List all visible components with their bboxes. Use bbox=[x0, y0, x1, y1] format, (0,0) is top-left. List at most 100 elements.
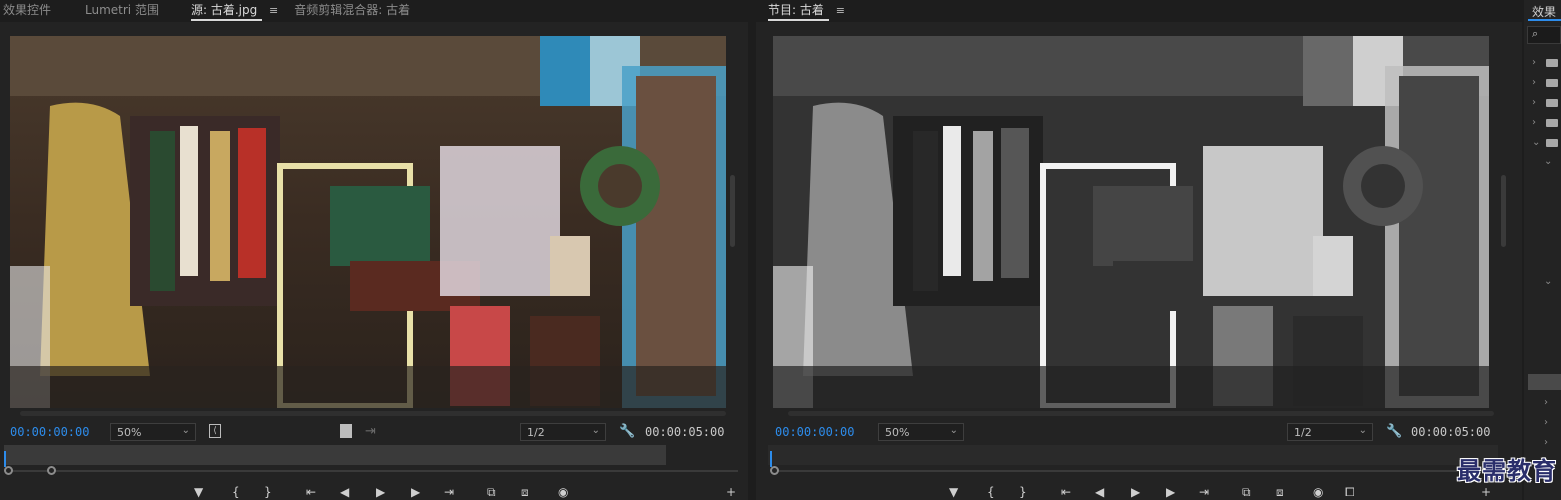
source-time-ruler[interactable] bbox=[4, 445, 666, 465]
collapse-icon[interactable]: ⌄ bbox=[1532, 137, 1540, 148]
step-back-icon[interactable]: ◀ bbox=[1095, 485, 1104, 499]
overwrite-clip-icon[interactable]: ⧈ bbox=[521, 485, 529, 499]
expand-icon[interactable]: › bbox=[1532, 117, 1536, 128]
source-monitor-panel: 效果控件 Lumetri 范围 源: 古着.jpg ≡ 音频剪辑混合器: 古着 bbox=[0, 0, 748, 500]
program-duration-timecode: 00:00:05:00 bbox=[1411, 425, 1491, 439]
go-to-in-icon[interactable]: ⇤ bbox=[1061, 485, 1071, 499]
step-forward-icon[interactable]: ▶ bbox=[1166, 485, 1175, 499]
program-video-frame bbox=[773, 36, 1489, 408]
panel-menu-icon[interactable]: ≡ bbox=[269, 1, 278, 21]
program-image bbox=[773, 36, 1489, 408]
insert-icon[interactable] bbox=[340, 424, 352, 438]
expand-icon[interactable]: › bbox=[1544, 417, 1548, 428]
chevron-down-icon: ⌄ bbox=[949, 425, 958, 436]
tab-effect-controls[interactable]: 效果控件 bbox=[0, 0, 57, 22]
source-zoom-handle-left[interactable] bbox=[4, 466, 13, 475]
effects-panel: 效果 ⌕ › › › › ⌄ ⌄ ⌄ › › › bbox=[1524, 0, 1561, 500]
source-controls: 00:00:00:00 50% ⌄ ⟨ ⇥ 1/2 ⌄ 🔧 00:00:05:0… bbox=[0, 422, 748, 442]
expand-icon[interactable]: › bbox=[1532, 57, 1536, 68]
source-duration-timecode: 00:00:05:00 bbox=[645, 425, 725, 439]
lift-icon[interactable]: ⧉ bbox=[1242, 485, 1251, 499]
program-viewer-scrollbar[interactable] bbox=[1501, 175, 1506, 247]
play-icon[interactable]: ▶ bbox=[1131, 485, 1140, 499]
program-resolution-value: 1/2 bbox=[1294, 426, 1312, 439]
source-current-timecode[interactable]: 00:00:00:00 bbox=[10, 425, 89, 439]
tab-audio-clip-mixer[interactable]: 音频剪辑混合器: 古着 bbox=[288, 0, 416, 22]
folder-icon bbox=[1546, 79, 1558, 87]
program-zoom-select[interactable]: 50% ⌄ bbox=[878, 423, 964, 441]
mark-in-icon[interactable]: { bbox=[232, 485, 240, 499]
source-resolution-select[interactable]: 1/2 ⌄ bbox=[520, 423, 606, 441]
tab-program[interactable]: 节目: 古着 ≡ bbox=[762, 0, 851, 22]
tab-source-label: 源: 古着.jpg bbox=[190, 3, 258, 17]
wrench-icon[interactable]: 🔧 bbox=[1386, 425, 1402, 439]
source-playhead[interactable] bbox=[4, 451, 6, 467]
mark-out-icon[interactable]: } bbox=[1019, 485, 1027, 499]
expand-icon[interactable]: › bbox=[1532, 97, 1536, 108]
marker-icon[interactable]: ▼ bbox=[949, 485, 958, 499]
comparison-view-icon[interactable]: ⧠ bbox=[1345, 485, 1355, 499]
chevron-down-icon: ⌄ bbox=[181, 425, 190, 436]
plus-icon[interactable]: + bbox=[1481, 485, 1491, 499]
program-time-ruler[interactable] bbox=[768, 445, 1498, 465]
play-icon[interactable]: ▶ bbox=[376, 485, 385, 499]
source-zoom-handle-right[interactable] bbox=[47, 466, 56, 475]
source-zoom-select[interactable]: 50% ⌄ bbox=[110, 423, 196, 441]
source-image bbox=[10, 36, 726, 408]
panel-menu-icon[interactable]: ≡ bbox=[836, 1, 845, 21]
go-to-in-icon[interactable]: ⇤ bbox=[306, 485, 316, 499]
source-transport-controls: ▼ { } ⇤ ◀ ▶ ▶ ⇥ ⧉ ⧈ ◉ + bbox=[0, 485, 748, 500]
folder-icon bbox=[1546, 99, 1558, 107]
effects-search-input[interactable]: ⌕ bbox=[1527, 26, 1561, 44]
go-to-out-icon[interactable]: ⇥ bbox=[444, 485, 454, 499]
expand-icon[interactable]: › bbox=[1544, 437, 1548, 448]
program-viewer-h-scrollbar[interactable] bbox=[788, 411, 1494, 416]
marker-icon[interactable]: ▼ bbox=[194, 485, 203, 499]
program-monitor-panel: 节目: 古着 ≡ 00:00:00:00 50% ⌄ 1/2 ⌄ 🔧 00:00… bbox=[756, 0, 1522, 500]
program-zoom-value: 50% bbox=[885, 426, 910, 439]
drag-video-icon[interactable]: ⇥ bbox=[365, 425, 376, 439]
camera-icon[interactable]: ◉ bbox=[1313, 485, 1323, 499]
tab-source[interactable]: 源: 古着.jpg ≡ bbox=[185, 0, 284, 22]
program-zoom-handle-left[interactable] bbox=[770, 466, 779, 475]
source-video-frame bbox=[10, 36, 726, 408]
tab-lumetri-scopes[interactable]: Lumetri 范围 bbox=[79, 0, 165, 22]
program-current-timecode[interactable]: 00:00:00:00 bbox=[775, 425, 854, 439]
expand-icon[interactable]: › bbox=[1544, 397, 1548, 408]
step-forward-icon[interactable]: ▶ bbox=[411, 485, 420, 499]
folder-icon bbox=[1546, 59, 1558, 67]
safe-margins-icon[interactable]: ⟨ bbox=[209, 424, 221, 438]
go-to-out-icon[interactable]: ⇥ bbox=[1199, 485, 1209, 499]
plus-icon[interactable]: + bbox=[726, 485, 736, 499]
expand-icon[interactable]: › bbox=[1532, 77, 1536, 88]
step-back-icon[interactable]: ◀ bbox=[340, 485, 349, 499]
effects-panel-title[interactable]: 效果 bbox=[1532, 3, 1556, 20]
folder-icon bbox=[1546, 139, 1558, 147]
collapse-icon[interactable]: ⌄ bbox=[1544, 276, 1552, 287]
effects-selected-row[interactable] bbox=[1528, 374, 1561, 390]
mark-out-icon[interactable]: } bbox=[264, 485, 272, 499]
source-resolution-value: 1/2 bbox=[527, 426, 545, 439]
folder-icon bbox=[1546, 119, 1558, 127]
program-playhead[interactable] bbox=[770, 451, 772, 467]
program-resolution-select[interactable]: 1/2 ⌄ bbox=[1287, 423, 1373, 441]
wrench-icon[interactable]: 🔧 bbox=[619, 425, 635, 439]
insert-clip-icon[interactable]: ⧉ bbox=[487, 485, 496, 499]
mark-in-icon[interactable]: { bbox=[987, 485, 995, 499]
program-zoom-scroll[interactable] bbox=[776, 470, 1506, 472]
chevron-down-icon: ⌄ bbox=[1358, 425, 1367, 436]
source-viewer-h-scrollbar[interactable] bbox=[20, 411, 726, 416]
effects-tab-indicator bbox=[1528, 19, 1561, 21]
source-viewer-scrollbar[interactable] bbox=[730, 175, 735, 247]
program-transport-controls: ▼ { } ⇤ ◀ ▶ ▶ ⇥ ⧉ ⧈ ◉ ⧠ + bbox=[756, 485, 1522, 500]
program-tabbar: 节目: 古着 ≡ bbox=[756, 0, 1522, 22]
search-icon: ⌕ bbox=[1532, 27, 1539, 40]
program-controls: 00:00:00:00 50% ⌄ 1/2 ⌄ 🔧 00:00:05:00 bbox=[756, 422, 1522, 442]
source-zoom-value: 50% bbox=[117, 426, 142, 439]
collapse-icon[interactable]: ⌄ bbox=[1544, 156, 1552, 167]
extract-icon[interactable]: ⧈ bbox=[1276, 485, 1284, 499]
camera-icon[interactable]: ◉ bbox=[558, 485, 568, 499]
watermark-logo: 最需教育 bbox=[1457, 457, 1557, 485]
chevron-down-icon: ⌄ bbox=[591, 425, 600, 436]
source-zoom-scroll[interactable] bbox=[8, 470, 738, 472]
